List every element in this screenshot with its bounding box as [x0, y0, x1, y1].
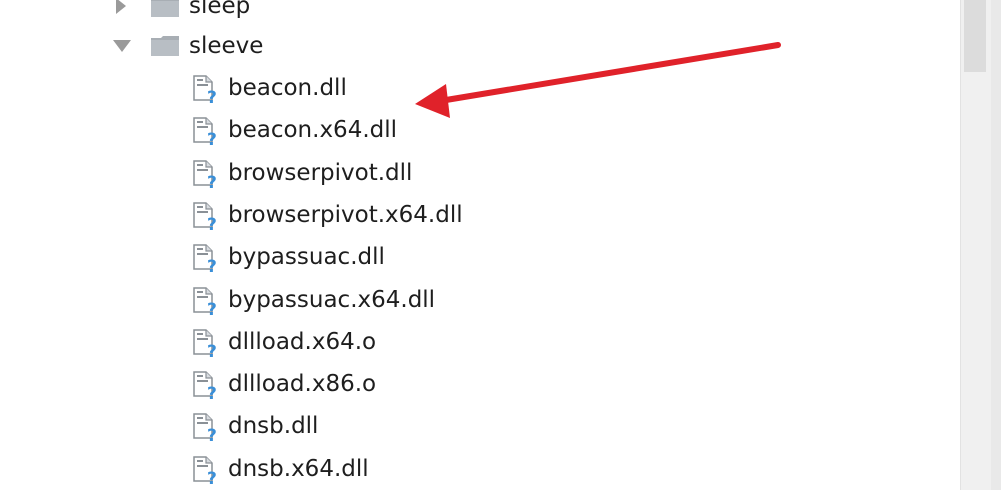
folder-icon — [150, 35, 180, 57]
tree-item-label: beacon.dll — [228, 75, 347, 101]
tree-file-item[interactable]: ? dnsb.x64.dll — [0, 449, 960, 489]
tree-file-item[interactable]: ? browserpivot.x64.dll — [0, 195, 960, 235]
scrollbar-track[interactable] — [991, 0, 1001, 490]
svg-text:?: ? — [207, 215, 217, 232]
tree-item-label: sleep — [189, 0, 251, 19]
tree-file-item[interactable]: ? dnsb.dll — [0, 406, 960, 446]
chevron-down-icon[interactable] — [113, 40, 131, 52]
unknown-file-icon: ? — [190, 73, 222, 108]
svg-text:?: ? — [207, 426, 217, 443]
svg-text:?: ? — [207, 130, 217, 147]
unknown-file-icon: ? — [190, 411, 222, 446]
unknown-file-icon: ? — [190, 115, 222, 150]
tree-item-label: beacon.x64.dll — [228, 117, 398, 144]
svg-text:?: ? — [207, 88, 217, 105]
tree-folder-sleeve[interactable]: sleeve — [0, 26, 960, 66]
tree-file-item[interactable]: ? bypassuac.x64.dll — [0, 280, 960, 320]
unknown-file-icon: ? — [190, 327, 222, 362]
tree-folder-sleep[interactable]: sleep — [0, 0, 960, 26]
tree-item-label: dnsb.dll — [228, 413, 319, 440]
unknown-file-icon: ? — [190, 158, 222, 193]
unknown-file-icon: ? — [190, 369, 222, 404]
tree-file-item[interactable]: ? dllload.x64.o — [0, 322, 960, 362]
svg-text:?: ? — [207, 173, 217, 190]
tree-item-label: browserpivot.dll — [228, 159, 413, 186]
vertical-scrollbar[interactable] — [960, 0, 1001, 490]
tree-item-label: dllload.x64.o — [228, 328, 377, 355]
chevron-right-icon[interactable] — [116, 0, 126, 14]
svg-text:?: ? — [207, 300, 217, 317]
file-tree: sleep sleeve ? beacon.dll? beacon.x64.dll?… — [0, 0, 960, 490]
tree-item-label: sleeve — [189, 33, 264, 59]
folder-icon — [150, 0, 180, 18]
scrollbar-thumb[interactable] — [964, 0, 986, 72]
unknown-file-icon: ? — [190, 242, 222, 277]
unknown-file-icon: ? — [190, 285, 222, 320]
tree-file-item[interactable]: ? browserpivot.dll — [0, 153, 960, 193]
svg-text:?: ? — [207, 342, 217, 359]
svg-text:?: ? — [207, 469, 217, 486]
unknown-file-icon: ? — [190, 200, 222, 235]
tree-item-label: bypassuac.x64.dll — [228, 286, 436, 313]
svg-text:?: ? — [207, 384, 217, 401]
tree-item-label: dllload.x86.o — [228, 371, 377, 398]
unknown-file-icon: ? — [190, 454, 222, 489]
svg-text:?: ? — [207, 257, 217, 274]
tree-file-item[interactable]: ? bypassuac.dll — [0, 237, 960, 277]
tree-file-item[interactable]: ? dllload.x86.o — [0, 364, 960, 404]
tree-file-item[interactable]: ? beacon.dll — [0, 68, 960, 108]
tree-item-label: bypassuac.dll — [228, 244, 385, 271]
tree-item-label: dnsb.x64.dll — [228, 455, 369, 482]
tree-file-item[interactable]: ? beacon.x64.dll — [0, 110, 960, 150]
tree-item-label: browserpivot.x64.dll — [228, 201, 463, 228]
